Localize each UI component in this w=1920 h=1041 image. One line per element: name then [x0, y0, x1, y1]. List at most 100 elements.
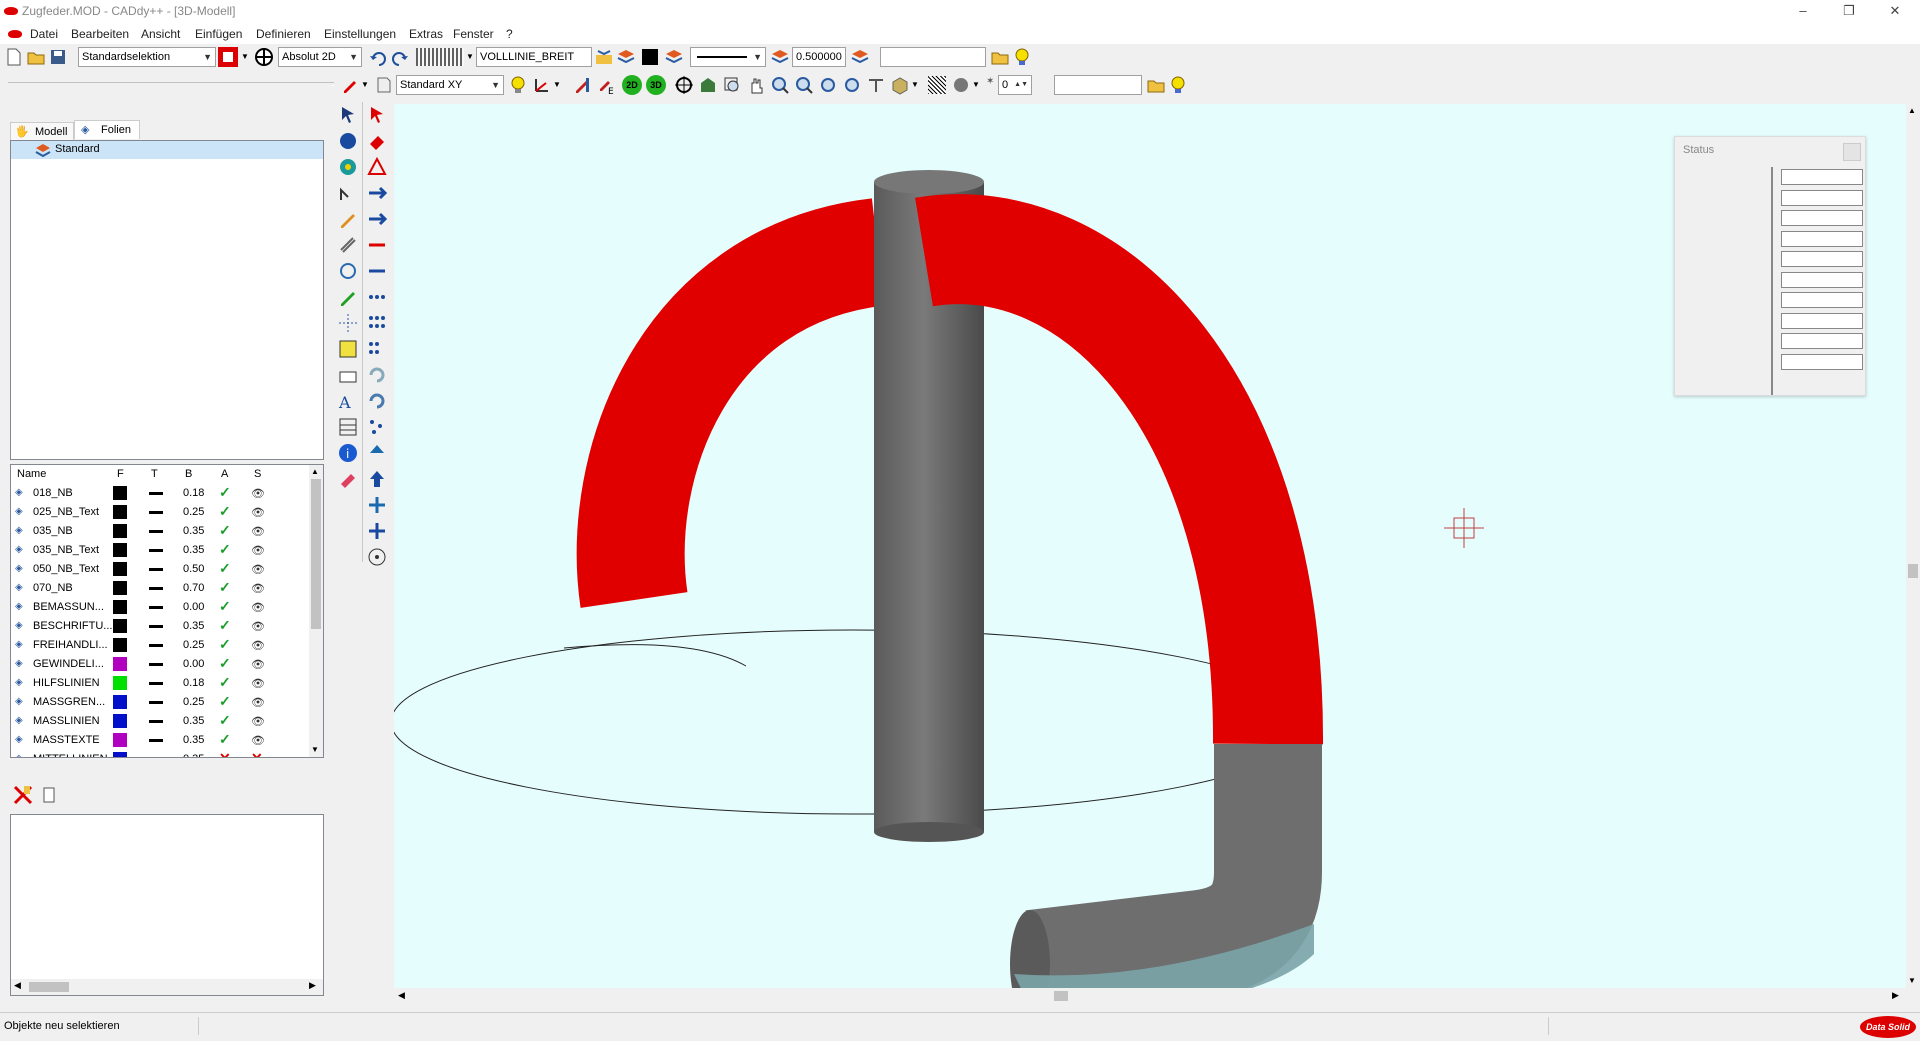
3d-viewport[interactable]: Status — [394, 104, 1906, 988]
text-edit-icon[interactable] — [337, 364, 359, 386]
pan-hand-icon[interactable] — [746, 75, 766, 95]
layer-line-type[interactable] — [149, 549, 163, 552]
active-check-icon[interactable]: ✓ — [219, 674, 231, 691]
eye-icon[interactable]: 👁 — [251, 639, 265, 652]
layer-line-width[interactable]: 0.18 — [183, 487, 204, 499]
layer-line-type[interactable] — [149, 701, 163, 704]
layer-row[interactable]: ◈ MITTELLINIEN 0.35 ✕ ✕ — [11, 750, 309, 757]
rotate-icon[interactable] — [337, 260, 359, 282]
lightbulb-icon[interactable] — [508, 75, 528, 95]
lightbulb-icon[interactable] — [1168, 75, 1188, 95]
col-name[interactable]: Name — [17, 468, 46, 480]
layer-line-type[interactable] — [149, 739, 163, 742]
arrow-up-icon[interactable] — [366, 442, 388, 464]
layer-line-width[interactable]: 0.25 — [183, 639, 204, 651]
layer-line-width[interactable]: 0.70 — [183, 582, 204, 594]
layer-color-swatch[interactable] — [113, 562, 127, 576]
col-f[interactable]: F — [117, 468, 124, 480]
chevron-down-icon[interactable]: ▼ — [361, 80, 369, 89]
layer-line-width[interactable]: 0.35 — [183, 715, 204, 727]
layer-color-swatch[interactable] — [113, 524, 127, 538]
eye-icon[interactable]: 👁 — [251, 601, 265, 614]
active-check-icon[interactable]: ✓ — [219, 693, 231, 710]
layer-color-swatch[interactable] — [113, 657, 127, 671]
save-icon[interactable] — [48, 47, 68, 67]
active-check-icon[interactable]: ✓ — [219, 484, 231, 501]
view-2d-button[interactable]: 2D — [622, 75, 642, 95]
zoom-in-icon[interactable] — [770, 75, 790, 95]
scrollbar-thumb[interactable] — [1054, 991, 1068, 1001]
folder-icon[interactable] — [990, 47, 1010, 67]
menu-datei[interactable]: Datei — [30, 27, 58, 41]
chevron-down-icon[interactable]: ▼ — [911, 80, 919, 89]
line-style-field[interactable]: VOLLLINIE_BREIT — [476, 47, 592, 67]
layer-number-stepper[interactable]: 0 ▲▼ — [998, 75, 1032, 95]
eye-icon[interactable]: 👁 — [251, 658, 265, 671]
eye-icon[interactable]: 👁 — [251, 506, 265, 519]
layer-color-swatch[interactable] — [113, 619, 127, 633]
zoom-window-icon[interactable] — [722, 75, 742, 95]
eye-icon[interactable]: 👁 — [251, 525, 265, 538]
active-check-icon[interactable]: ✓ — [219, 712, 231, 729]
text-tool-icon[interactable]: A — [337, 390, 359, 412]
chevron-left-icon[interactable]: ◀ — [398, 990, 405, 1001]
status-close-button[interactable] — [1843, 143, 1861, 161]
array-grid-icon[interactable] — [366, 312, 388, 334]
layer-line-type[interactable] — [149, 720, 163, 723]
scrollbar-thumb[interactable] — [311, 479, 321, 629]
chevron-up-icon[interactable]: ▲ — [1908, 106, 1916, 115]
stretch-icon[interactable] — [366, 260, 388, 282]
layer-row[interactable]: ◈ 035_NB 0.35 ✓ 👁 — [11, 522, 309, 541]
pick-color-icon[interactable] — [218, 47, 238, 67]
menu-ansicht[interactable]: Ansicht — [141, 27, 180, 41]
snap-icon[interactable] — [337, 156, 359, 178]
selection-mode-dropdown[interactable]: Standardselektion ▼ — [78, 47, 216, 67]
rotate-copy-icon[interactable] — [366, 390, 388, 412]
zoom-out-icon[interactable] — [794, 75, 814, 95]
chevron-up-icon[interactable]: ▲ — [311, 467, 319, 476]
eye-icon[interactable]: 👁 — [251, 620, 265, 633]
hatch-icon[interactable] — [928, 76, 946, 94]
chevron-down-icon[interactable]: ▼ — [1908, 976, 1916, 985]
select-arrow-red-icon[interactable] — [366, 104, 388, 126]
layer-line-width[interactable]: 0.35 — [183, 753, 204, 757]
layers-icon[interactable] — [770, 47, 790, 67]
line-width-field[interactable]: 0.500000 — [792, 47, 846, 67]
layer-color-swatch[interactable] — [113, 676, 127, 690]
col-a[interactable]: A — [221, 468, 228, 480]
layer-color-swatch[interactable] — [113, 600, 127, 614]
triangle-tool-icon[interactable] — [366, 156, 388, 178]
layers-icon[interactable] — [664, 47, 684, 67]
pencil-icon[interactable] — [337, 208, 359, 230]
layer-line-width[interactable]: 0.25 — [183, 506, 204, 518]
view-3d-button[interactable]: 3D — [646, 75, 666, 95]
eye-icon[interactable]: 👁 — [251, 696, 265, 709]
zoom-all-icon[interactable] — [818, 75, 838, 95]
layer-row[interactable]: ◈ 018_NB 0.18 ✓ 👁 — [11, 484, 309, 503]
paint-icon[interactable] — [366, 130, 388, 152]
layer-row[interactable]: ◈ MASSLINIEN 0.35 ✓ 👁 — [11, 712, 309, 731]
layer-color-swatch[interactable] — [113, 752, 127, 757]
cube-icon[interactable] — [890, 75, 910, 95]
layer-line-type[interactable] — [149, 606, 163, 609]
eye-icon[interactable]: 👁 — [251, 544, 265, 557]
layer-table-scrollbar[interactable]: ▲ ▼ — [309, 465, 323, 757]
arrow-up-icon[interactable] — [366, 468, 388, 490]
info-icon[interactable]: i — [337, 442, 359, 464]
layers-icon[interactable] — [616, 47, 636, 67]
layer-properties-icon[interactable] — [38, 784, 60, 806]
pen-icon[interactable] — [340, 75, 360, 95]
layer-line-type[interactable] — [149, 530, 163, 533]
minimize-button[interactable]: – — [1780, 0, 1826, 22]
layer-line-type[interactable] — [149, 568, 163, 571]
layer-line-type[interactable] — [149, 644, 163, 647]
edit-icon[interactable] — [572, 75, 592, 95]
point-icon[interactable] — [337, 182, 359, 204]
horizontal-scrollbar[interactable]: ◀ ▶ — [11, 979, 323, 995]
layer-color-swatch[interactable] — [113, 505, 127, 519]
chevron-right-icon[interactable]: ▶ — [1892, 990, 1899, 1001]
layer-line-type[interactable] — [149, 511, 163, 514]
color-swatch-icon[interactable] — [642, 49, 658, 65]
rotate-view-icon[interactable] — [674, 75, 694, 95]
layer-color-swatch[interactable] — [113, 714, 127, 728]
